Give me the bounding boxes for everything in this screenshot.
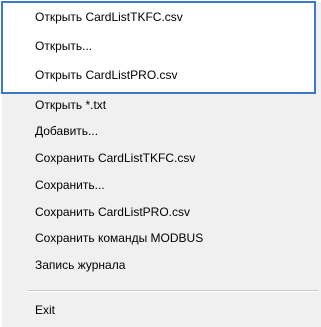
menu-item-label: Сохранить CardListTKFC.csv [35,151,196,165]
menu-item-open-cardlist-tkfc[interactable]: Открыть CardListTKFC.csv [3,4,315,30]
menu-item-open-cardlist-pro[interactable]: Открыть CardListPRO.csv [3,62,315,88]
menu-item-label: Добавить... [35,124,99,138]
menu-item-save[interactable]: Сохранить... [3,172,315,198]
menu-item-add[interactable]: Добавить... [3,118,315,144]
menu-item-label: Сохранить команды MODBUS [35,231,204,245]
menu-item-exit[interactable]: Exit [3,297,315,323]
menu-item-open-txt[interactable]: Открыть *.txt [3,92,315,118]
menu-item-label: Exit [35,303,56,317]
file-dropdown-menu: Открыть CardListTKFC.csv Открыть... Откр… [0,0,321,327]
menu-item-save-cardlist-tkfc[interactable]: Сохранить CardListTKFC.csv [3,145,315,171]
menu-item-save-cardlist-pro[interactable]: Сохранить CardListPRO.csv [3,199,315,225]
menu-item-label: Сохранить... [35,178,105,192]
menu-item-save-modbus-commands[interactable]: Сохранить команды MODBUS [3,225,315,251]
menu-item-label: Открыть *.txt [35,98,107,112]
menu-item-label: Сохранить CardListPRO.csv [35,205,190,219]
menu-item-open[interactable]: Открыть... [3,33,315,59]
menu-item-label: Открыть CardListPRO.csv [35,68,178,82]
menu-item-label: Запись журнала [35,258,126,272]
menu-item-log-recording[interactable]: Запись журнала [3,252,315,278]
menu-item-label: Открыть... [35,39,93,53]
menu-separator [28,290,318,292]
menu-item-label: Открыть CardListTKFC.csv [35,10,183,24]
